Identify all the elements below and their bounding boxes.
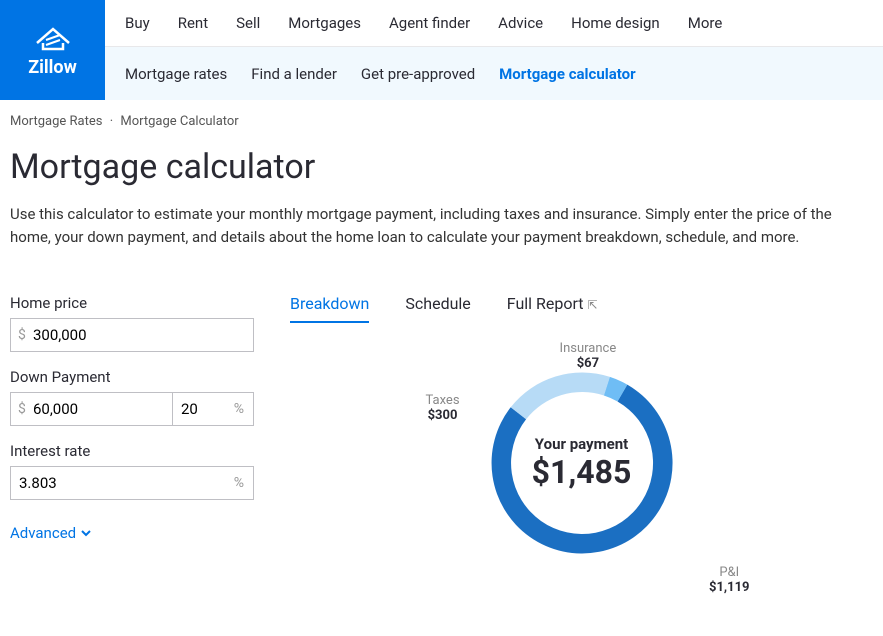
inputs-panel: Home price Down Payment Interest rate Ad…	[10, 294, 254, 573]
nav-more[interactable]: More	[688, 14, 723, 32]
page-description: Use this calculator to estimate your mon…	[10, 203, 873, 248]
tab-full-report[interactable]: Full Report⇱	[507, 294, 598, 323]
label-insurance: Insurance $67	[560, 341, 617, 371]
interest-rate-label: Interest rate	[10, 442, 254, 460]
sub-nav: Mortgage rates Find a lender Get pre-app…	[105, 47, 883, 100]
logo[interactable]: Zillow	[0, 0, 105, 100]
subnav-mortgage-calculator[interactable]: Mortgage calculator	[499, 65, 635, 83]
zillow-logo-icon	[33, 23, 73, 51]
home-price-label: Home price	[10, 294, 254, 312]
subnav-get-preapproved[interactable]: Get pre-approved	[361, 65, 475, 83]
result-tabs: Breakdown Schedule Full Report⇱	[290, 294, 873, 323]
nav-home-design[interactable]: Home design	[571, 14, 660, 32]
breadcrumb-item[interactable]: Mortgage Rates	[10, 114, 102, 129]
subnav-find-lender[interactable]: Find a lender	[251, 65, 337, 83]
subnav-mortgage-rates[interactable]: Mortgage rates	[125, 65, 227, 83]
tab-breakdown[interactable]: Breakdown	[290, 294, 369, 323]
tab-schedule[interactable]: Schedule	[405, 294, 470, 323]
chevron-down-icon	[80, 527, 92, 539]
breadcrumb-item[interactable]: Mortgage Calculator	[120, 114, 238, 129]
nav-agent-finder[interactable]: Agent finder	[389, 14, 470, 32]
label-pi: P&I $1,119	[709, 565, 750, 595]
interest-rate-input[interactable]	[10, 466, 254, 500]
nav-rent[interactable]: Rent	[178, 14, 208, 32]
advanced-toggle[interactable]: Advanced	[10, 524, 92, 542]
external-link-icon: ⇱	[588, 298, 598, 312]
breadcrumb: Mortgage Rates · Mortgage Calculator	[10, 114, 873, 129]
nav-sell[interactable]: Sell	[236, 14, 260, 32]
center-label: Your payment	[532, 435, 632, 453]
segment-taxes	[510, 373, 609, 420]
down-payment-percent-input[interactable]	[172, 392, 254, 426]
donut-center: Your payment $1,485	[532, 435, 632, 491]
down-payment-amount-input[interactable]	[10, 392, 172, 426]
results-panel: Breakdown Schedule Full Report⇱	[290, 294, 873, 573]
nav-buy[interactable]: Buy	[125, 14, 150, 32]
home-price-input[interactable]	[10, 318, 254, 352]
top-nav: Buy Rent Sell Mortgages Agent finder Adv…	[105, 0, 883, 47]
center-total: $1,485	[532, 453, 632, 491]
nav-advice[interactable]: Advice	[498, 14, 543, 32]
payment-donut-chart: Your payment $1,485 Insurance $67 Taxes …	[422, 353, 742, 573]
brand-name: Zillow	[28, 57, 77, 78]
page-title: Mortgage calculator	[10, 147, 873, 187]
nav-mortgages[interactable]: Mortgages	[288, 14, 361, 32]
down-payment-label: Down Payment	[10, 368, 254, 386]
label-taxes: Taxes $300	[426, 393, 460, 423]
